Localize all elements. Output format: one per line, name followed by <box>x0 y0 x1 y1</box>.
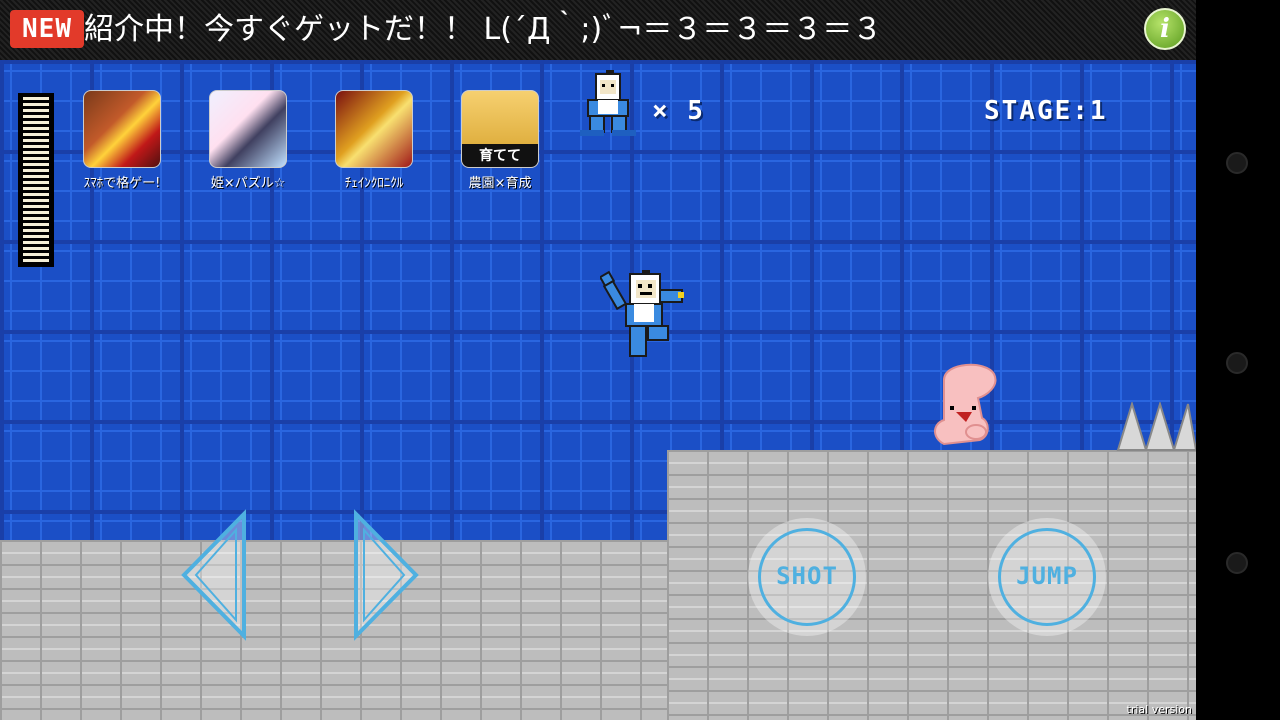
info-icon[interactable]: i <box>1144 8 1186 50</box>
health-segment <box>23 175 49 178</box>
farm-raising-app-icon[interactable]: 育てて <box>461 90 539 168</box>
princess-puzzle-app-icon[interactable] <box>209 90 287 168</box>
trial-version-label: trial version <box>1126 703 1192 716</box>
recents-nav-button[interactable] <box>1226 552 1248 574</box>
app-icon-fighting-game[interactable]: ｽﾏﾎで格ゲー! <box>62 90 182 191</box>
health-segment <box>23 151 49 154</box>
health-segment <box>23 109 49 112</box>
health-segment <box>23 199 49 202</box>
health-segment <box>23 187 49 190</box>
spikes-hazard <box>1116 402 1196 451</box>
health-segment <box>23 169 49 172</box>
health-segment <box>23 247 49 250</box>
back-nav-button[interactable] <box>1226 152 1248 174</box>
health-bar <box>18 93 54 267</box>
health-segment <box>23 193 49 196</box>
health-segment <box>23 235 49 238</box>
app-label: ｽﾏﾎで格ゲー! <box>83 176 161 191</box>
health-segment <box>23 133 49 136</box>
shot-button[interactable]: SHOT <box>748 518 866 636</box>
shot-button-label: SHOT <box>776 562 838 590</box>
new-badge: NEW <box>10 10 84 48</box>
health-segment <box>23 229 49 232</box>
jump-button[interactable]: JUMP <box>988 518 1106 636</box>
health-segment <box>23 103 49 106</box>
health-segment <box>23 127 49 130</box>
ad-banner[interactable]: NEW 紹介中！今すぐゲットだ！！ L(´Д｀;)ﾞ¬＝３＝３＝３＝３ i <box>0 0 1196 60</box>
health-segment <box>23 163 49 166</box>
health-segment <box>23 259 49 262</box>
ground-upper-ledge <box>667 450 1196 720</box>
health-segment <box>23 139 49 142</box>
app-label: 農園×育成 <box>468 176 532 191</box>
chain-chronicle-app-icon[interactable] <box>335 90 413 168</box>
system-nav-bar <box>1196 0 1280 720</box>
stage-indicator: STAGE:1 <box>984 96 1108 126</box>
app-icon-princess-puzzle[interactable]: 姫×パズル☆ <box>188 90 308 191</box>
health-segment <box>23 115 49 118</box>
jump-button-label: JUMP <box>1016 562 1078 590</box>
move-left-button[interactable] <box>176 508 256 642</box>
health-segment <box>23 97 49 100</box>
home-nav-button[interactable] <box>1226 352 1248 374</box>
app-label: ﾁｪｲﾝｸﾛﾆｸﾙ <box>344 176 404 191</box>
player-character <box>600 270 684 357</box>
health-segment <box>23 145 49 148</box>
enemy-pink-creature <box>934 363 997 446</box>
health-segment <box>23 223 49 226</box>
app-label: 姫×パズル☆ <box>210 176 286 191</box>
player-lives-icon <box>580 70 636 136</box>
health-segment <box>23 241 49 244</box>
game-screen: NEW 紹介中！今すぐゲットだ！！ L(´Д｀;)ﾞ¬＝３＝３＝３＝３ i ｽﾏ… <box>0 0 1196 720</box>
move-right-button[interactable] <box>344 508 424 642</box>
lives-counter: × 5 <box>652 96 705 126</box>
fighting-game-app-icon[interactable] <box>83 90 161 168</box>
app-icon-chain-chronicle[interactable]: ﾁｪｲﾝｸﾛﾆｸﾙ <box>314 90 434 191</box>
health-segment <box>23 121 49 124</box>
health-segment <box>23 205 49 208</box>
health-segment <box>23 253 49 256</box>
health-segment <box>23 181 49 184</box>
health-segment <box>23 217 49 220</box>
health-segment <box>23 211 49 214</box>
health-segment <box>23 157 49 160</box>
ad-banner-text[interactable]: 紹介中！今すぐゲットだ！！ L(´Д｀;)ﾞ¬＝３＝３＝３＝３ <box>84 10 882 50</box>
app-icon-caption: 育てて <box>479 148 521 164</box>
app-icon-farm-raising[interactable]: 育てて 農園×育成 <box>440 90 560 191</box>
